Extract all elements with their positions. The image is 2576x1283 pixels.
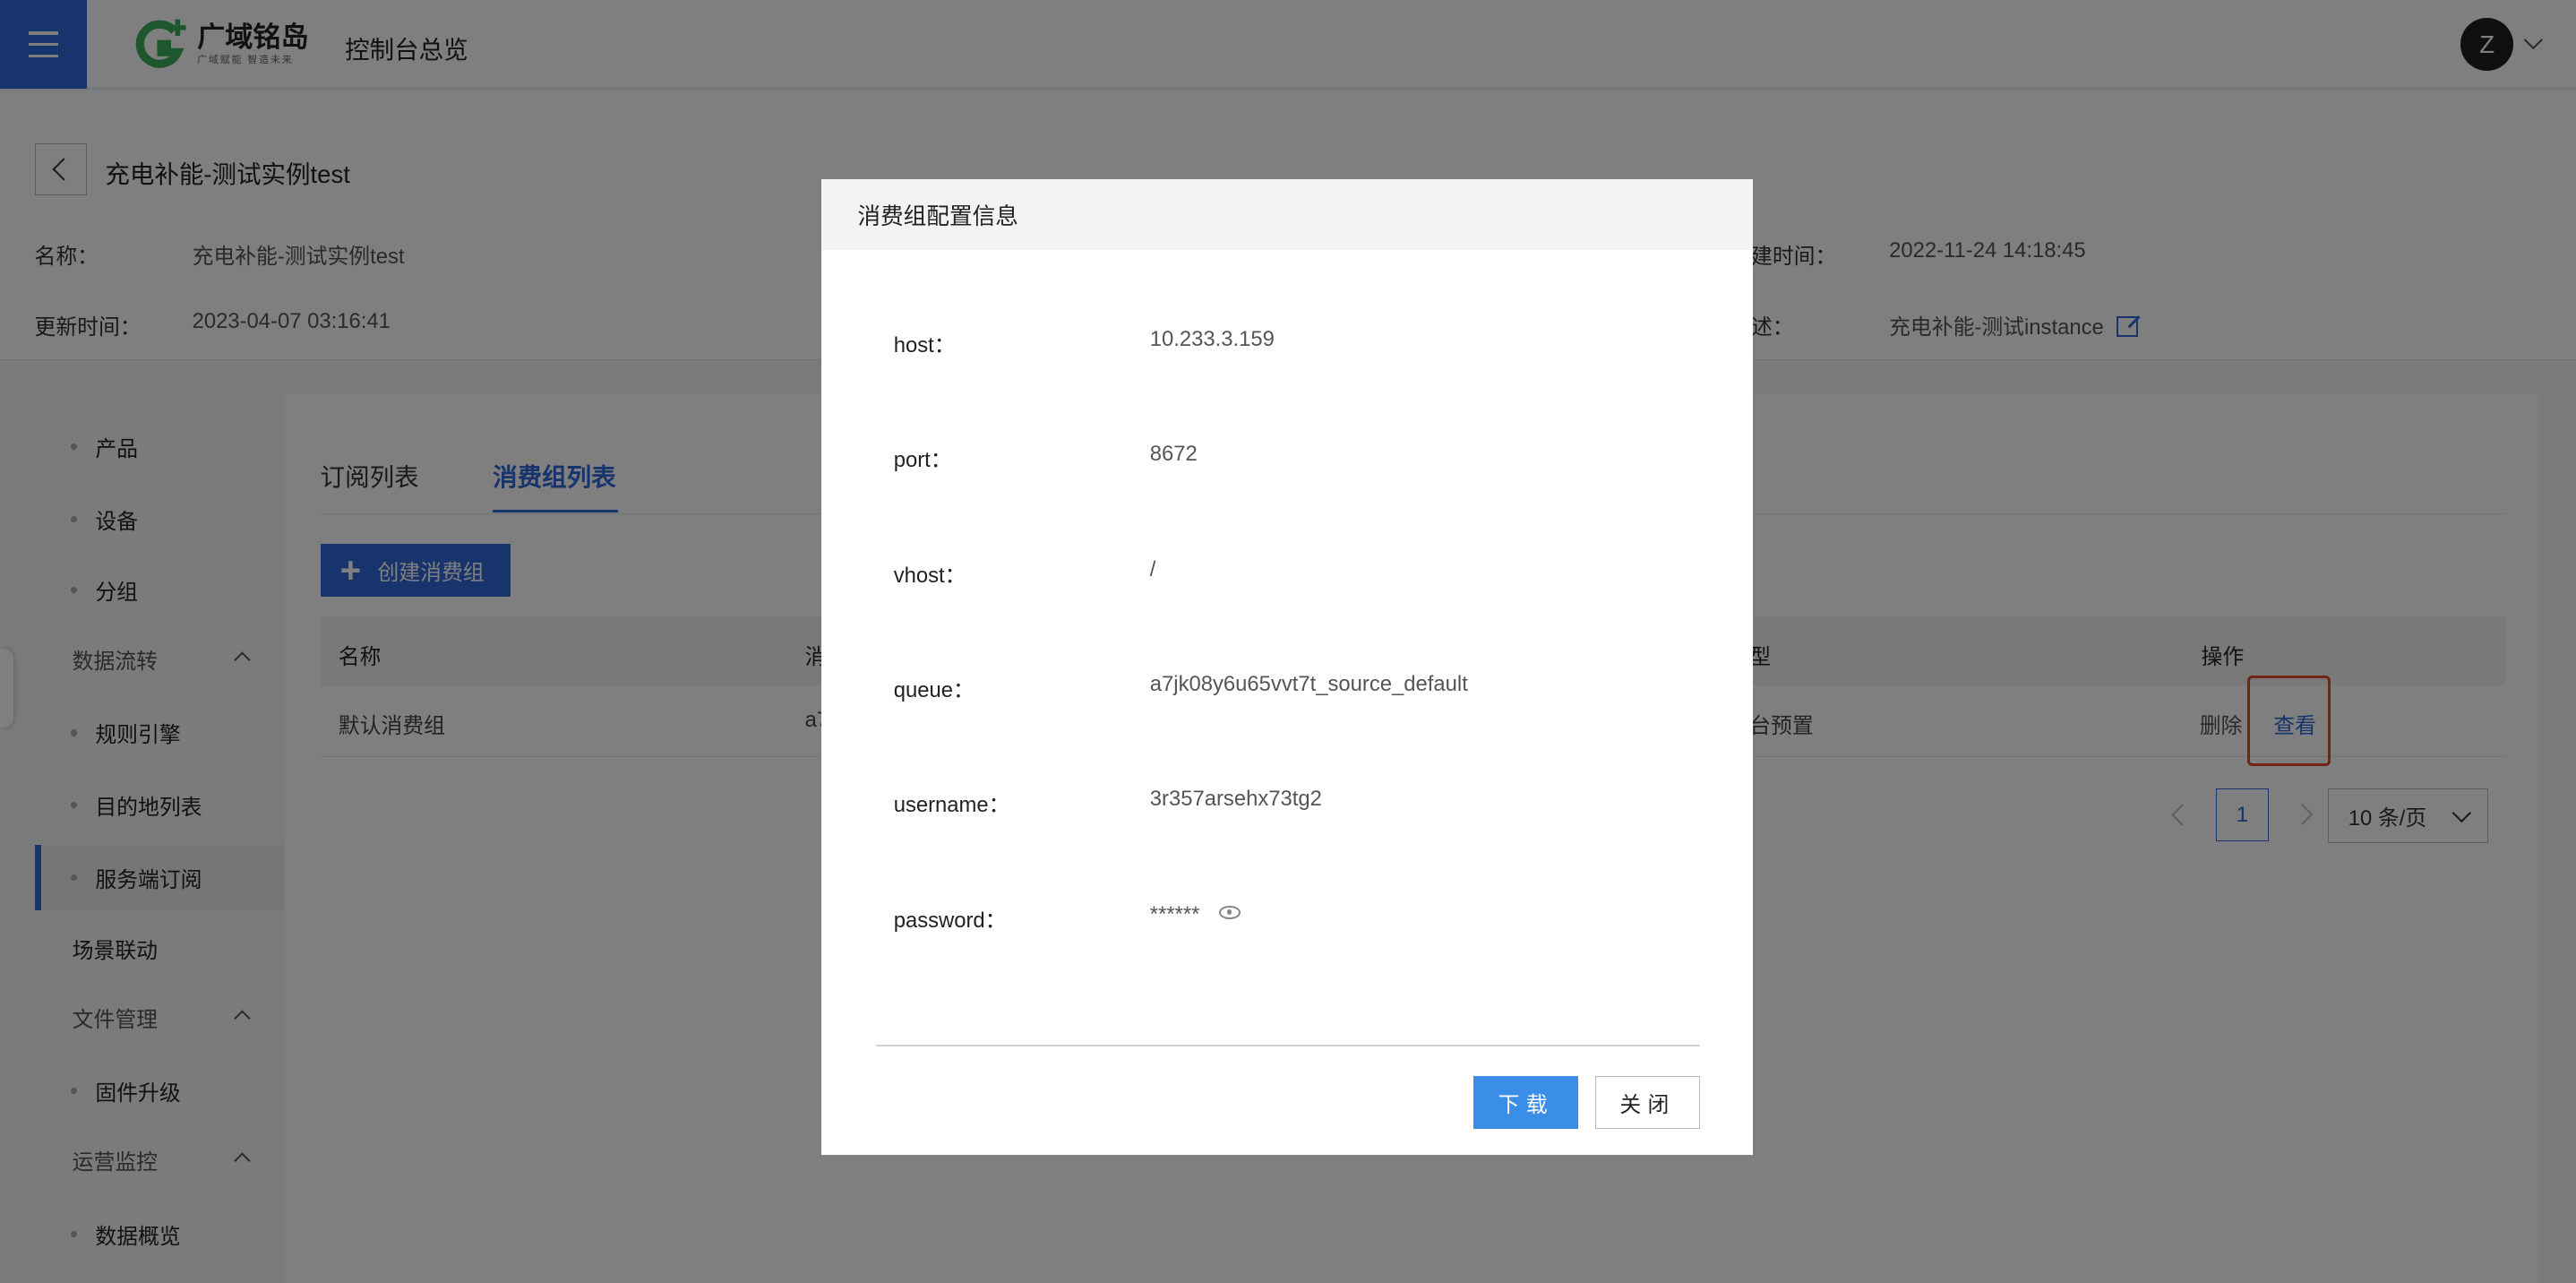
username-label: username： <box>893 793 1010 818</box>
vhost-value: / <box>1149 556 1156 581</box>
password-value: ****** <box>1149 901 1200 926</box>
port-label: port： <box>893 448 952 473</box>
username-value: 3r357arsehx73tg2 <box>1149 787 1322 812</box>
queue-label: queue： <box>893 678 975 703</box>
modal-title: 消费组配置信息 <box>821 178 1753 250</box>
password-label: password： <box>893 908 1007 933</box>
password-field: ****** <box>1150 902 1241 927</box>
eye-icon[interactable] <box>1219 906 1241 920</box>
close-button[interactable]: 关闭 <box>1594 1076 1701 1129</box>
download-button[interactable]: 下载 <box>1473 1076 1579 1129</box>
host-value: 10.233.3.159 <box>1149 326 1275 351</box>
app-stage: 广域铭岛 广域赋能 智造未来 控制台总览 Z 充电补能-测试实例test 名称：… <box>0 0 2576 1283</box>
port-value: 8672 <box>1149 442 1198 467</box>
modal-divider <box>875 1045 1701 1047</box>
vhost-label: vhost： <box>893 563 966 588</box>
host-label: host： <box>893 332 956 357</box>
consumer-group-config-modal: 消费组配置信息 host： 10.233.3.159 port： 8672 vh… <box>821 178 1753 1156</box>
queue-value: a7jk08y6u65vvt7t_source_default <box>1149 672 1468 697</box>
